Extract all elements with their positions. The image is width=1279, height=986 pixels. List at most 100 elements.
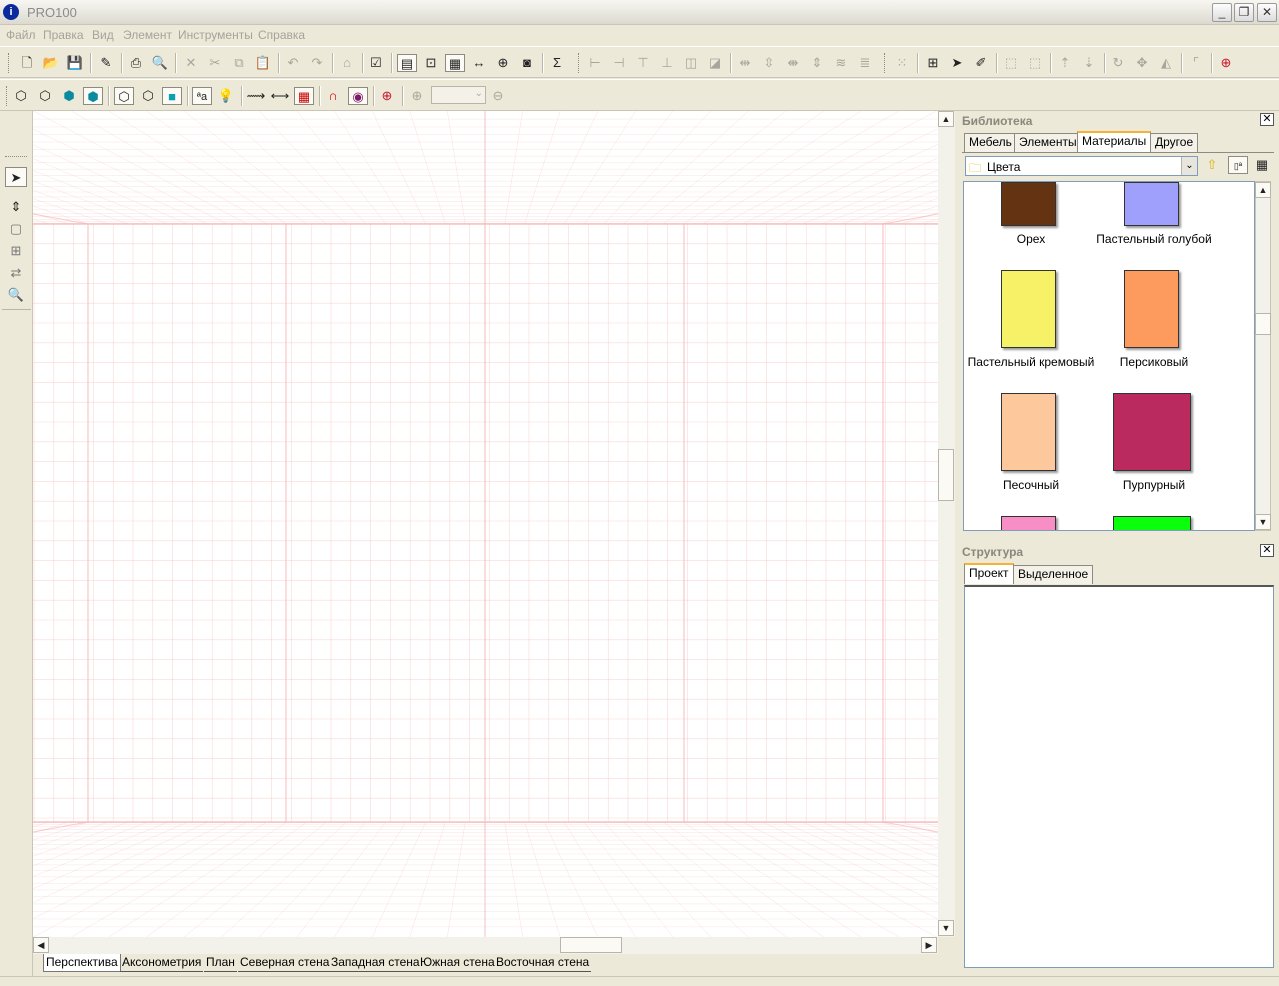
box-edges-icon[interactable]: ⬡ [138, 87, 158, 105]
library-close-icon[interactable]: ✕ [1260, 113, 1274, 126]
tab-plan[interactable]: План [204, 954, 237, 972]
zoom-out-icon[interactable]: ⊖ [488, 87, 508, 105]
details-view-icon[interactable]: ▦ [1252, 156, 1272, 174]
structure-tree[interactable] [964, 585, 1274, 968]
box-textured-icon[interactable]: ⬢ [83, 87, 103, 105]
box-color-icon[interactable]: ■ [162, 87, 182, 105]
menu-edit[interactable]: Правка [43, 28, 84, 42]
tab-selected[interactable]: Выделенное [1013, 565, 1094, 584]
redo-icon[interactable]: ↷ [307, 54, 327, 72]
viewport-vertical-scrollbar[interactable]: ▲ ▼ [938, 111, 955, 937]
box-tool-icon[interactable]: ▢ [5, 219, 27, 239]
new-file-icon[interactable]: 🗋 [17, 54, 37, 72]
swatch-green[interactable] [1113, 516, 1191, 530]
paste-icon[interactable]: 📋 [253, 54, 273, 72]
sum-icon[interactable]: Σ [547, 54, 567, 72]
scroll-down-icon[interactable]: ▼ [938, 920, 954, 936]
view-structure-icon[interactable]: ▦ [445, 54, 465, 72]
layer-icon[interactable]: ◙ [517, 54, 537, 72]
move-up-icon[interactable]: ⇡ [1055, 54, 1075, 72]
zoom-in-icon[interactable]: ⊕ [407, 87, 427, 105]
save-icon[interactable]: 💾 [65, 54, 85, 72]
swatch-peach[interactable] [1124, 270, 1179, 348]
measure-icon[interactable]: ⟷ [270, 87, 290, 105]
folder-select[interactable]: 🗀 Цвета ⌄ [965, 156, 1198, 176]
center-h-icon[interactable]: ⇼ [783, 54, 803, 72]
text-labels-icon[interactable]: ªa [192, 87, 212, 105]
crosshair-icon[interactable]: ⊕ [377, 87, 397, 105]
tab-south-wall[interactable]: Южная стена [418, 954, 497, 972]
scissors-icon[interactable]: ✂ [205, 54, 225, 72]
zoom-select[interactable]: ⌄ [431, 86, 486, 104]
structure-close-icon[interactable]: ✕ [1260, 544, 1274, 557]
scroll-up-icon[interactable]: ▲ [938, 111, 954, 127]
tab-materials[interactable]: Материалы [1077, 131, 1152, 152]
select-arrow-icon[interactable]: ➤ [5, 167, 27, 187]
swatch-sand[interactable] [1001, 393, 1056, 471]
align-back-icon[interactable]: ◪ [705, 54, 725, 72]
box-shaded-icon[interactable]: ⬢ [59, 87, 79, 105]
menu-file[interactable]: Файл [6, 28, 36, 42]
viewport-horizontal-scrollbar[interactable]: ◀ ▶ [33, 937, 938, 954]
tab-other[interactable]: Другое [1150, 133, 1199, 152]
tab-perspective[interactable]: Перспектива [43, 954, 121, 972]
resize-tool-icon[interactable]: ⇕ [5, 197, 27, 217]
scroll-thumb[interactable] [938, 449, 954, 501]
target-icon[interactable]: ⊕ [1216, 54, 1236, 72]
grid-icon[interactable]: ▦ [294, 87, 314, 105]
arrange-tool-icon[interactable]: ⇄ [5, 263, 27, 283]
move-down-icon[interactable]: ⇣ [1079, 54, 1099, 72]
stack-icon[interactable]: ≣ [855, 54, 875, 72]
swatch-pastel-cream[interactable] [1001, 270, 1056, 348]
folder-up-icon[interactable]: ⇧ [1202, 156, 1222, 174]
tab-furniture[interactable]: Мебель [964, 133, 1017, 152]
corner-icon[interactable]: ⌜ [1186, 54, 1206, 72]
resize-group-icon[interactable]: ⬚ [1025, 54, 1045, 72]
menu-element[interactable]: Элемент [123, 28, 172, 42]
rotate-icon[interactable]: ↻ [1108, 54, 1128, 72]
tab-east-wall[interactable]: Восточная стена [494, 954, 592, 972]
view-library-icon[interactable]: ▤ [397, 54, 417, 72]
swatch-walnut[interactable] [1001, 182, 1056, 226]
library-scrollbar[interactable]: ▲ ▼ [1255, 181, 1271, 531]
spread-icon[interactable]: ≋ [831, 54, 851, 72]
group-icon[interactable]: ⌂ [337, 54, 357, 72]
sphere-icon[interactable]: ◉ [348, 87, 368, 105]
tab-project[interactable]: Проект [964, 563, 1014, 584]
center-v-icon[interactable]: ⇕ [807, 54, 827, 72]
dimension-icon[interactable]: ↔ [469, 54, 489, 72]
menu-tools[interactable]: Инструменты [178, 28, 253, 42]
swatch-pastel-blue[interactable] [1124, 182, 1179, 226]
checklist-icon[interactable]: ☑ [366, 54, 386, 72]
minimize-button[interactable]: _ [1212, 3, 1232, 22]
select-move-icon[interactable]: ➤ [947, 54, 967, 72]
tab-axonometry[interactable]: Аксонометрия [120, 954, 204, 972]
scroll-thumb[interactable] [560, 937, 622, 953]
scroll-down-icon[interactable]: ▼ [1255, 514, 1271, 530]
list-view-icon[interactable]: ▯ª [1228, 156, 1248, 174]
scroll-right-icon[interactable]: ▶ [921, 937, 937, 953]
print-preview-icon[interactable]: 🔍 [150, 54, 170, 72]
zoom-tool-icon[interactable]: 🔍 [5, 285, 27, 305]
close-window-button[interactable]: ✕ [1257, 3, 1277, 22]
resize-icon[interactable]: ⬚ [1001, 54, 1021, 72]
tab-elements[interactable]: Элементы [1014, 133, 1082, 152]
distribute-h-icon[interactable]: ⇹ [735, 54, 755, 72]
copy-icon[interactable]: ⧉ [229, 54, 249, 72]
mirror-icon[interactable]: ◭ [1156, 54, 1176, 72]
swatch-purple[interactable] [1113, 393, 1191, 471]
distribute-v-icon[interactable]: ⇳ [759, 54, 779, 72]
undo-icon[interactable]: ↶ [283, 54, 303, 72]
light-bulb-icon[interactable]: 💡 [216, 87, 236, 105]
restore-button[interactable]: ❐ [1234, 3, 1254, 22]
insert-icon[interactable]: ⊞ [923, 54, 943, 72]
box-wire-icon[interactable]: ⬡ [11, 87, 31, 105]
box-hidden-icon[interactable]: ⬡ [35, 87, 55, 105]
tab-west-wall[interactable]: Западная стена [329, 954, 422, 972]
snap-icon[interactable]: ⟿ [246, 87, 266, 105]
pencil-icon[interactable]: ✐ [971, 54, 991, 72]
open-folder-icon[interactable]: 📂 [41, 54, 61, 72]
scroll-up-icon[interactable]: ▲ [1255, 182, 1271, 198]
align-front-icon[interactable]: ◫ [681, 54, 701, 72]
menu-view[interactable]: Вид [92, 28, 114, 42]
